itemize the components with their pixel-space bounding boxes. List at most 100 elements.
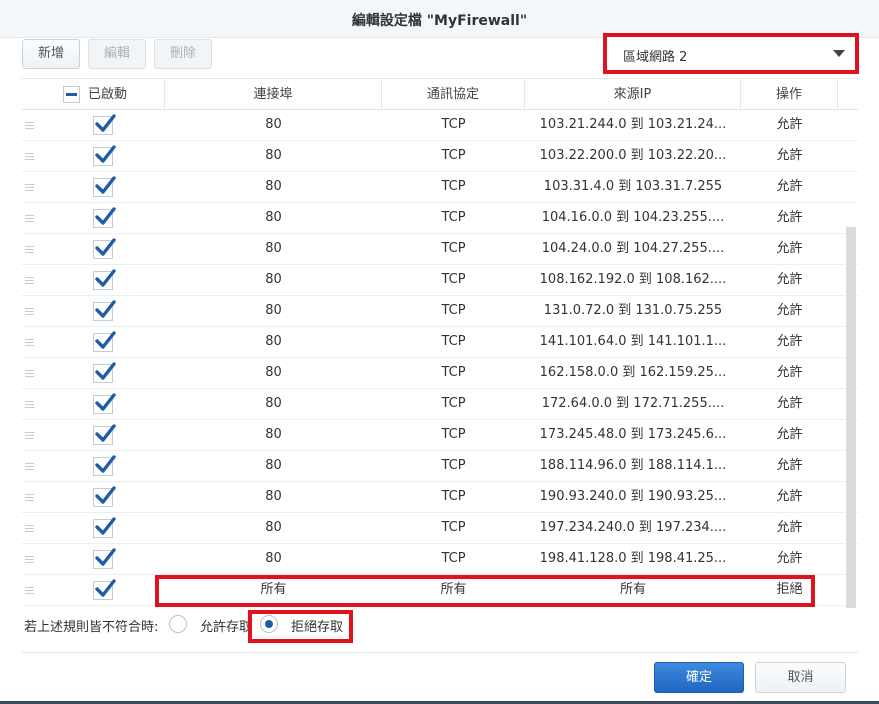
rule-enabled-checkbox[interactable] <box>93 114 116 135</box>
rule-protocol: TCP <box>441 148 466 163</box>
rule-enabled-checkbox[interactable] <box>93 145 116 166</box>
header-action[interactable]: 操作 <box>741 79 838 110</box>
table-row[interactable]: 80 TCP 172.64.0.0 到 172.71.255.... 允許 <box>22 389 858 420</box>
delete-button[interactable]: 刪除 <box>154 39 212 69</box>
rule-port: 80 <box>265 489 282 504</box>
drag-handle-icon[interactable] <box>25 556 34 563</box>
rule-port: 80 <box>265 427 282 442</box>
rule-enabled-checkbox[interactable] <box>93 517 116 538</box>
table-row[interactable]: 所有 所有 所有 拒絕 <box>22 575 858 606</box>
drag-handle-icon[interactable] <box>25 525 34 532</box>
table-row[interactable]: 80 TCP 162.158.0.0 到 162.159.25... 允許 <box>22 358 858 389</box>
rule-protocol: TCP <box>441 179 466 194</box>
rule-enabled-checkbox[interactable] <box>93 424 116 445</box>
scrollbar[interactable] <box>846 227 856 608</box>
rule-port: 80 <box>265 272 282 287</box>
rule-port: 80 <box>265 303 282 318</box>
drag-handle-icon[interactable] <box>25 122 34 129</box>
drag-handle-icon[interactable] <box>25 153 34 160</box>
rule-protocol: TCP <box>441 241 466 256</box>
deny-radio-label[interactable]: 拒絕存取 <box>291 616 343 635</box>
drag-handle-icon[interactable] <box>25 401 34 408</box>
table-row[interactable]: 80 TCP 103.31.4.0 到 103.31.7.255 允許 <box>22 172 858 203</box>
rule-source-ip: 108.162.192.0 到 108.162.... <box>539 272 727 287</box>
rule-action: 允許 <box>776 427 803 442</box>
drag-handle-icon[interactable] <box>25 587 34 594</box>
no-match-question: 若上述規則皆不符合時: <box>24 620 159 635</box>
drag-handle-icon[interactable] <box>25 339 34 346</box>
table-row[interactable]: 80 TCP 131.0.72.0 到 131.0.75.255 允許 <box>22 296 858 327</box>
ok-button[interactable]: 確定 <box>654 662 744 693</box>
rule-protocol: TCP <box>441 210 466 225</box>
header-source-ip[interactable]: 來源IP <box>525 79 741 110</box>
rule-enabled-checkbox[interactable] <box>93 486 116 507</box>
header-port[interactable]: 連接埠 <box>165 79 382 110</box>
rule-protocol: 所有 <box>440 582 467 597</box>
rule-source-ip: 173.245.48.0 到 173.245.6... <box>539 427 727 442</box>
table-header: 已啟動 連接埠 通訊協定 來源IP 操作 <box>22 78 858 110</box>
allow-radio-label[interactable]: 允許存取 <box>200 616 252 635</box>
table-row[interactable]: 80 TCP 104.16.0.0 到 104.23.255.... 允許 <box>22 203 858 234</box>
drag-handle-icon[interactable] <box>25 215 34 222</box>
table-row[interactable]: 80 TCP 108.162.192.0 到 108.162.... 允許 <box>22 265 858 296</box>
drag-handle-icon[interactable] <box>25 463 34 470</box>
rule-enabled-checkbox[interactable] <box>93 300 116 321</box>
rule-protocol: TCP <box>441 396 466 411</box>
rule-port: 80 <box>265 396 282 411</box>
rule-source-ip: 104.24.0.0 到 104.27.255.... <box>541 241 725 256</box>
add-button[interactable]: 新增 <box>22 39 80 69</box>
rule-source-ip: 131.0.72.0 到 131.0.75.255 <box>543 303 723 318</box>
table-row[interactable]: 80 TCP 104.24.0.0 到 104.27.255.... 允許 <box>22 234 858 265</box>
rule-source-ip: 188.114.96.0 到 188.114.1... <box>539 458 727 473</box>
drag-handle-icon[interactable] <box>25 308 34 315</box>
rule-enabled-checkbox[interactable] <box>93 331 116 352</box>
table-row[interactable]: 80 TCP 103.21.244.0 到 103.21.24... 允許 <box>22 110 858 141</box>
cancel-button[interactable]: 取消 <box>755 662 846 693</box>
header-enabled[interactable]: 已啟動 <box>22 79 165 110</box>
table-row[interactable]: 80 TCP 103.22.200.0 到 103.22.20... 允許 <box>22 141 858 172</box>
rule-source-ip: 103.31.4.0 到 103.31.7.255 <box>543 179 723 194</box>
edit-button[interactable]: 編輯 <box>88 39 146 69</box>
rule-source-ip: 172.64.0.0 到 172.71.255.... <box>541 396 725 411</box>
drag-handle-icon[interactable] <box>25 370 34 377</box>
rule-protocol: TCP <box>441 458 466 473</box>
table-row[interactable]: 80 TCP 190.93.240.0 到 190.93.25... 允許 <box>22 482 858 513</box>
rule-protocol: TCP <box>441 551 466 566</box>
rule-port: 80 <box>265 210 282 225</box>
rule-protocol: TCP <box>441 303 466 318</box>
table-row[interactable]: 80 TCP 173.245.48.0 到 173.245.6... 允許 <box>22 420 858 451</box>
allow-radio[interactable] <box>169 615 187 633</box>
rule-port: 80 <box>265 334 282 349</box>
header-protocol[interactable]: 通訊協定 <box>382 79 525 110</box>
select-all-checkbox[interactable] <box>63 86 80 103</box>
rule-action: 允許 <box>776 396 803 411</box>
rule-enabled-checkbox[interactable] <box>93 176 116 197</box>
rule-enabled-checkbox[interactable] <box>93 238 116 259</box>
rule-protocol: TCP <box>441 334 466 349</box>
rule-enabled-checkbox[interactable] <box>93 269 116 290</box>
table-row[interactable]: 80 TCP 188.114.96.0 到 188.114.1... 允許 <box>22 451 858 482</box>
rule-enabled-checkbox[interactable] <box>93 579 116 600</box>
rule-enabled-checkbox[interactable] <box>93 207 116 228</box>
rule-source-ip: 104.16.0.0 到 104.23.255.... <box>541 210 725 225</box>
rule-action: 允許 <box>776 365 803 380</box>
drag-handle-icon[interactable] <box>25 494 34 501</box>
table-row[interactable]: 80 TCP 197.234.240.0 到 197.234.... 允許 <box>22 513 858 544</box>
rule-enabled-checkbox[interactable] <box>93 548 116 569</box>
rule-port: 80 <box>265 365 282 380</box>
rule-protocol: TCP <box>441 365 466 380</box>
rule-enabled-checkbox[interactable] <box>93 455 116 476</box>
drag-handle-icon[interactable] <box>25 277 34 284</box>
deny-radio[interactable] <box>260 615 278 633</box>
table-row[interactable]: 80 TCP 198.41.128.0 到 198.41.25... 允許 <box>22 544 858 575</box>
table-row[interactable]: 80 TCP 141.101.64.0 到 141.101.1... 允許 <box>22 327 858 358</box>
drag-handle-icon[interactable] <box>25 246 34 253</box>
zone-select[interactable]: 區域網路 2 <box>606 36 856 71</box>
rule-enabled-checkbox[interactable] <box>93 362 116 383</box>
drag-handle-icon[interactable] <box>25 184 34 191</box>
rule-action: 允許 <box>776 117 803 132</box>
rule-enabled-checkbox[interactable] <box>93 393 116 414</box>
drag-handle-icon[interactable] <box>25 432 34 439</box>
header-enabled-label: 已啟動 <box>88 87 128 102</box>
rule-action: 允許 <box>776 148 803 163</box>
